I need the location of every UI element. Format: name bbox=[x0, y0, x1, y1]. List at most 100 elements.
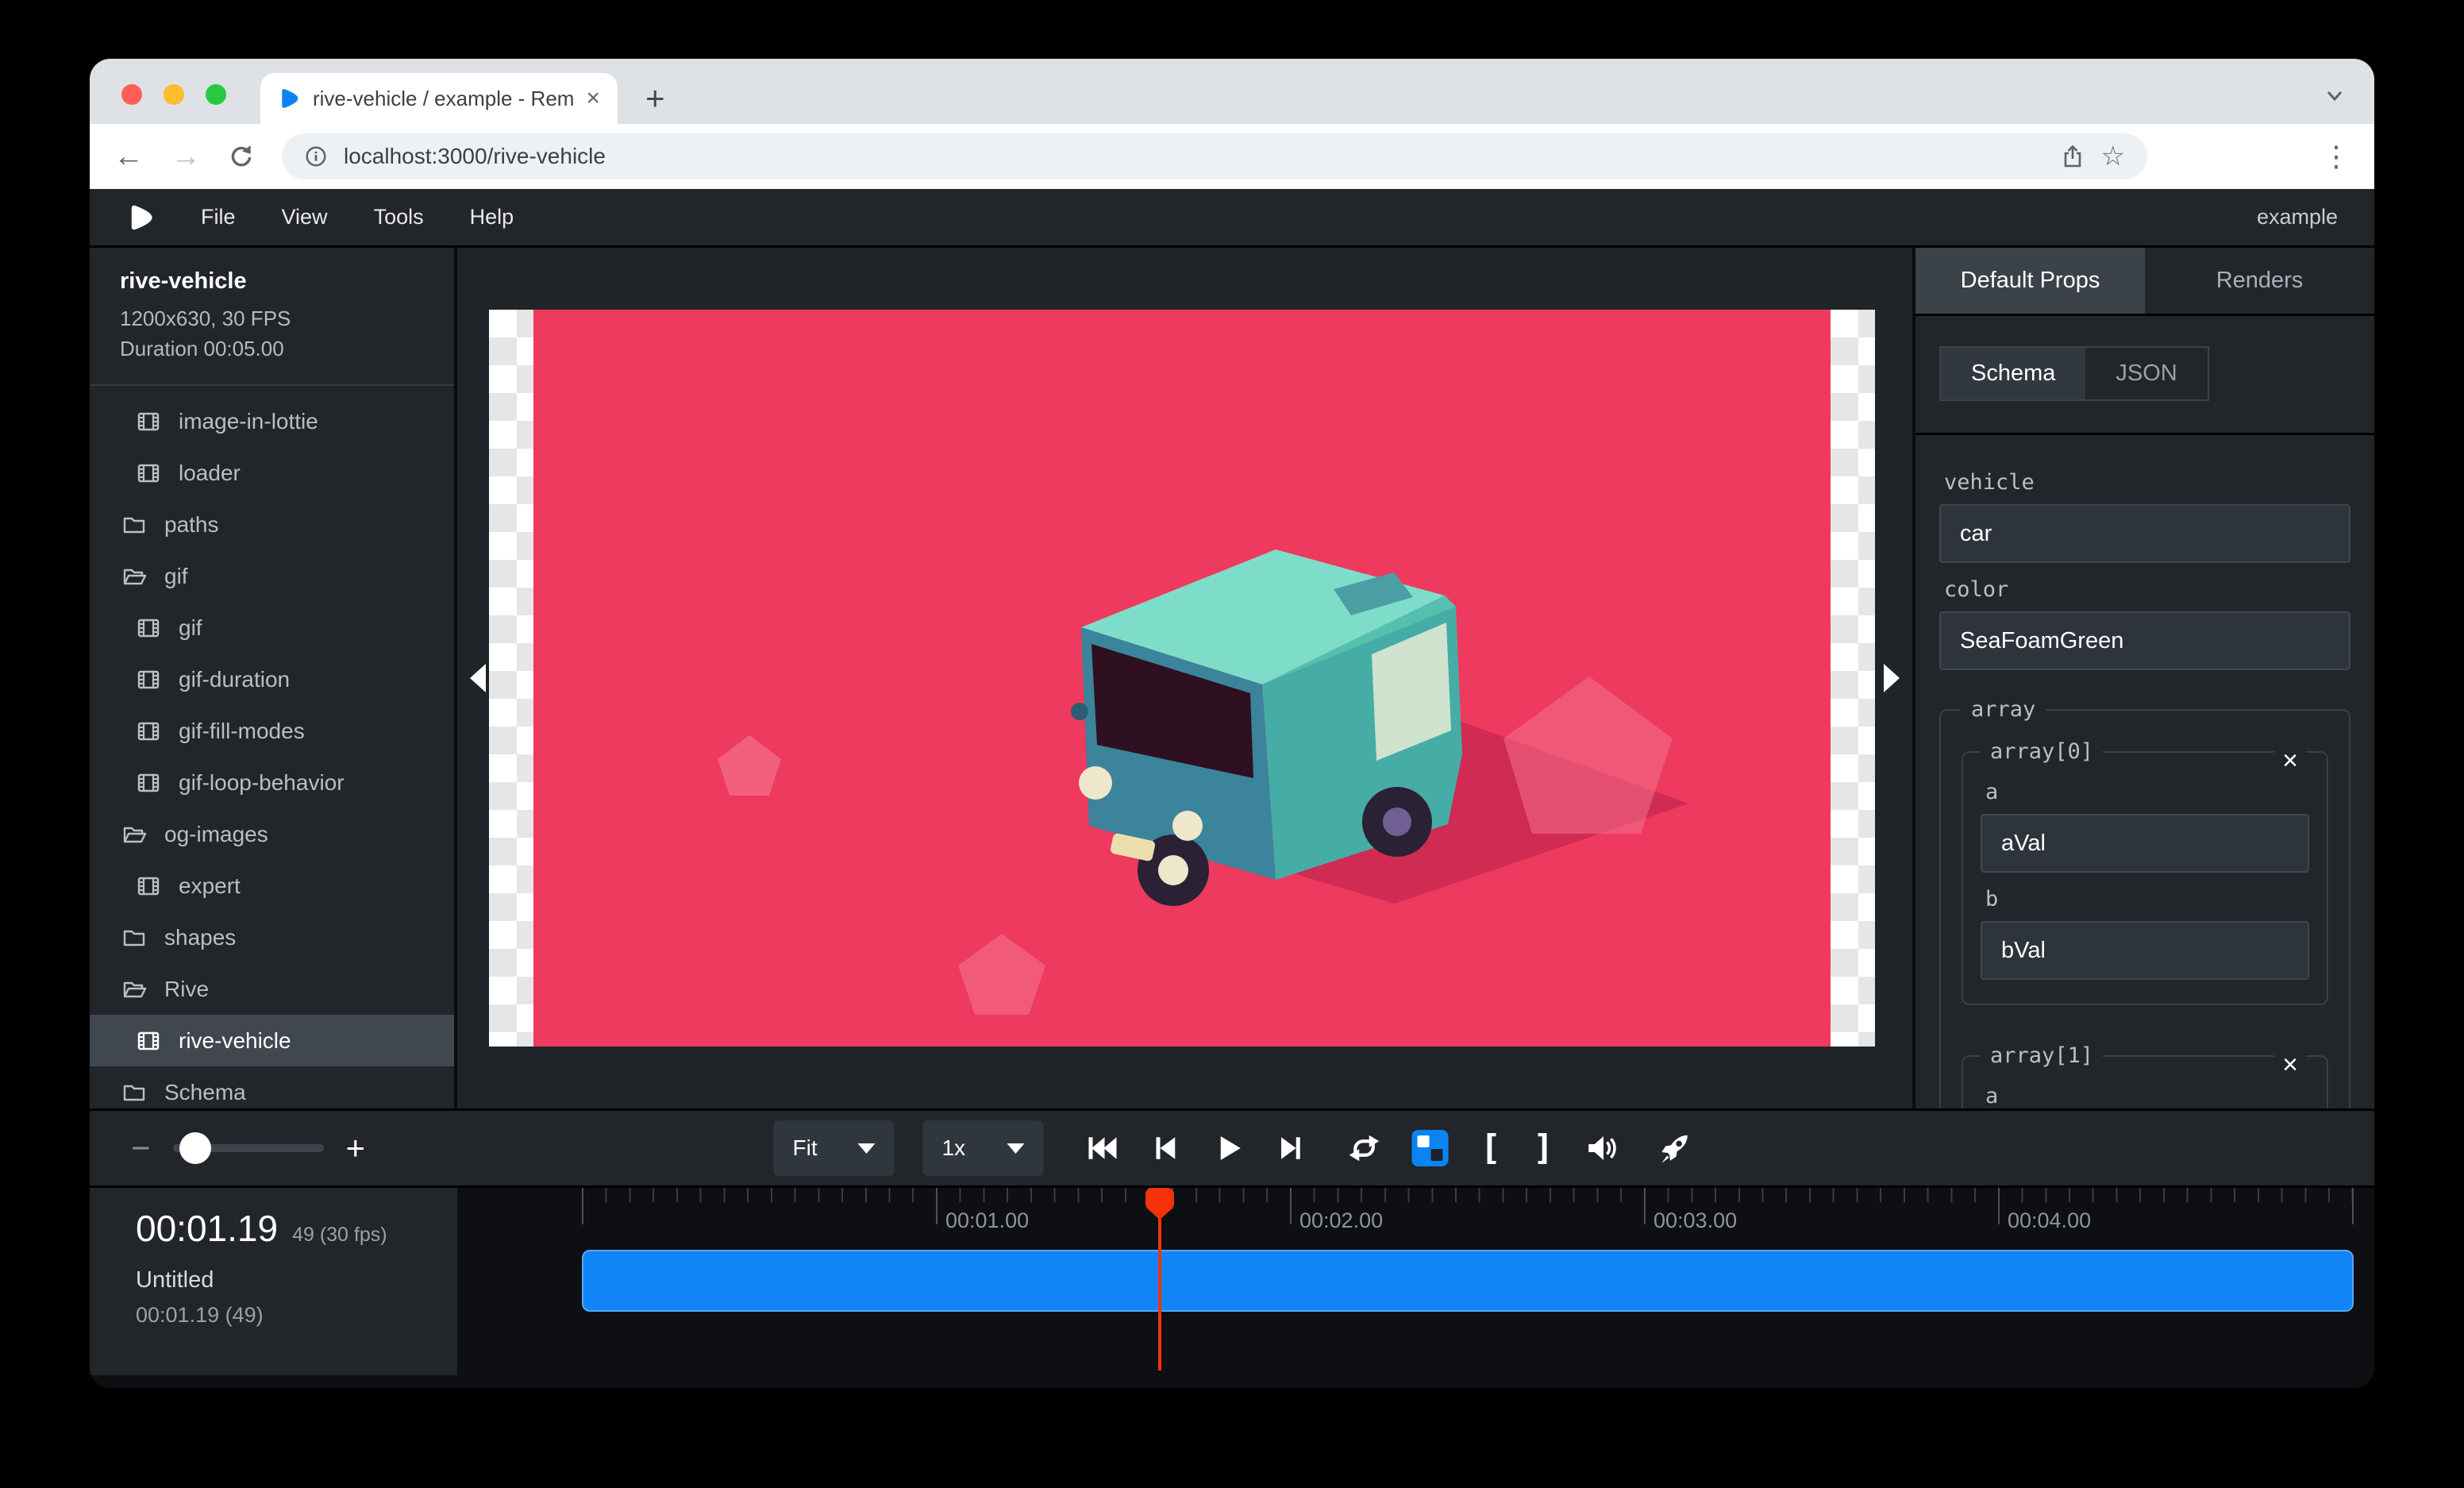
ruler-label: 00:04.00 bbox=[2008, 1209, 2091, 1233]
ruler-label: 00:03.00 bbox=[1654, 1209, 1737, 1233]
previous-frame-button[interactable] bbox=[1149, 1132, 1180, 1164]
folder-icon bbox=[121, 925, 147, 950]
fullscreen-window-button[interactable] bbox=[206, 84, 226, 105]
sidebar-folder-gif[interactable]: gif bbox=[90, 550, 454, 602]
preview-canvas bbox=[457, 248, 1912, 1108]
film-icon bbox=[136, 1028, 161, 1054]
tab-renders[interactable]: Renders bbox=[2145, 248, 2374, 314]
array-0-b-input[interactable] bbox=[1981, 921, 2309, 980]
sidebar-item-label: rive-vehicle bbox=[179, 1028, 291, 1054]
collapse-right-panel-icon[interactable] bbox=[1884, 664, 1900, 692]
toggle-schema[interactable]: Schema bbox=[1941, 348, 2085, 399]
zoom-in-button[interactable]: + bbox=[346, 1129, 366, 1167]
zoom-out-button[interactable]: − bbox=[131, 1129, 151, 1167]
new-tab-button[interactable]: + bbox=[645, 79, 665, 118]
props-form: vehicle color array array[0] × a b bbox=[1915, 435, 2374, 1108]
remove-array-item-0-icon[interactable]: × bbox=[2274, 745, 2306, 777]
volume-icon[interactable] bbox=[1586, 1132, 1618, 1164]
color-input[interactable] bbox=[1939, 611, 2350, 670]
window-controls[interactable] bbox=[121, 84, 226, 105]
skip-to-end-button[interactable] bbox=[1276, 1132, 1307, 1164]
sidebar-item-label: Rive bbox=[164, 977, 209, 1002]
field-label-a: a bbox=[1985, 1084, 2304, 1108]
timeline-track-bar[interactable] bbox=[582, 1250, 2354, 1312]
sidebar-item-rive-vehicle[interactable]: rive-vehicle bbox=[90, 1015, 454, 1066]
sidebar-item-gif-fill-modes[interactable]: gif-fill-modes bbox=[90, 705, 454, 757]
bookmark-star-icon[interactable]: ☆ bbox=[2101, 141, 2125, 172]
loop-toggle-icon[interactable] bbox=[1349, 1132, 1380, 1164]
film-icon bbox=[136, 615, 161, 641]
sidebar-item-label: expert bbox=[179, 873, 241, 899]
forward-button[interactable]: → bbox=[171, 140, 201, 174]
remove-array-item-1-icon[interactable]: × bbox=[2274, 1049, 2306, 1081]
vehicle-input[interactable] bbox=[1939, 504, 2350, 563]
sidebar-folder-paths[interactable]: paths bbox=[90, 499, 454, 550]
film-icon bbox=[136, 873, 161, 899]
playback-controls-bar: − + Fit 1x [ ] bbox=[90, 1108, 2374, 1188]
set-out-point-button[interactable]: ] bbox=[1533, 1131, 1554, 1166]
sidebar-item-label: Schema bbox=[164, 1080, 246, 1105]
menu-tools[interactable]: Tools bbox=[374, 205, 424, 229]
props-panel: Default Props Renders Schema JSON vehicl… bbox=[1912, 248, 2374, 1108]
sidebar-item-gif-loop-behavior[interactable]: gif-loop-behavior bbox=[90, 757, 454, 808]
sidebar-folder-schema[interactable]: Schema bbox=[90, 1066, 454, 1108]
close-window-button[interactable] bbox=[121, 84, 142, 105]
timeline-ruler[interactable]: 00:01.00 00:02.00 00:03.00 00:04.00 bbox=[457, 1188, 2374, 1239]
film-icon bbox=[136, 770, 161, 796]
timeline: 00:01.19 49 (30 fps) Untitled 00:01.19 (… bbox=[90, 1188, 2374, 1388]
sidebar-folder-rive[interactable]: Rive bbox=[90, 963, 454, 1015]
playback-speed-dropdown[interactable]: 1x bbox=[923, 1120, 1044, 1176]
playhead-handle[interactable] bbox=[1145, 1188, 1174, 1207]
close-tab-icon[interactable]: × bbox=[586, 87, 600, 110]
menu-help[interactable]: Help bbox=[470, 205, 514, 229]
field-label-b: b bbox=[1985, 887, 2304, 912]
speed-dropdown-value: 1x bbox=[942, 1135, 966, 1161]
sidebar-item-gif[interactable]: gif bbox=[90, 602, 454, 653]
collapse-left-panel-icon[interactable] bbox=[470, 664, 486, 692]
url-text[interactable]: localhost:3000/rive-vehicle bbox=[344, 144, 2044, 169]
timeline-tracks-area[interactable]: 00:01.00 00:02.00 00:03.00 00:04.00 bbox=[457, 1188, 2374, 1388]
sidebar-folder-og-images[interactable]: og-images bbox=[90, 808, 454, 860]
toggle-json[interactable]: JSON bbox=[2085, 348, 2207, 399]
reload-button[interactable] bbox=[228, 143, 255, 170]
field-label-a: a bbox=[1985, 780, 2304, 804]
transparency-checkerboard-left bbox=[489, 310, 533, 1047]
array-0-a-input[interactable] bbox=[1981, 814, 2309, 873]
sidebar-item-expert[interactable]: expert bbox=[90, 860, 454, 912]
play-button[interactable] bbox=[1212, 1132, 1244, 1164]
transparency-toggle-active[interactable] bbox=[1412, 1130, 1449, 1166]
composition-frame bbox=[489, 310, 1875, 1047]
sidebar-item-loader[interactable]: loader bbox=[90, 447, 454, 499]
menu-file[interactable]: File bbox=[201, 205, 236, 229]
composition-list: image-in-lottie loader paths gif gif gif… bbox=[90, 386, 454, 1108]
address-bar[interactable]: localhost:3000/rive-vehicle ☆ bbox=[282, 133, 2147, 179]
tab-search-chevron-icon[interactable] bbox=[2322, 83, 2347, 108]
sidebar-item-label: shapes bbox=[164, 925, 236, 950]
playhead-line bbox=[1158, 1218, 1161, 1370]
zoom-slider[interactable] bbox=[173, 1144, 324, 1152]
render-rocket-icon[interactable] bbox=[1659, 1132, 1691, 1164]
sidebar-item-image-in-lottie[interactable]: image-in-lottie bbox=[90, 395, 454, 447]
site-info-icon[interactable] bbox=[304, 145, 328, 168]
film-icon bbox=[136, 461, 161, 486]
zoom-slider-thumb[interactable] bbox=[179, 1132, 211, 1164]
sidebar-item-gif-duration[interactable]: gif-duration bbox=[90, 653, 454, 705]
remotion-logo-icon[interactable] bbox=[126, 203, 155, 232]
fit-dropdown[interactable]: Fit bbox=[774, 1120, 895, 1176]
compositions-sidebar: rive-vehicle 1200x630, 30 FPS Duration 0… bbox=[90, 248, 457, 1108]
tab-default-props[interactable]: Default Props bbox=[1915, 248, 2145, 314]
sidebar-folder-shapes[interactable]: shapes bbox=[90, 912, 454, 963]
minimize-window-button[interactable] bbox=[164, 84, 184, 105]
browser-menu-icon[interactable]: ⋮ bbox=[2322, 140, 2350, 173]
share-icon[interactable] bbox=[2060, 144, 2085, 169]
set-in-point-button[interactable]: [ bbox=[1480, 1131, 1502, 1166]
browser-tab[interactable]: rive-vehicle / example - Remoti × bbox=[260, 73, 618, 124]
sidebar-item-label: gif bbox=[164, 564, 188, 589]
schema-json-toggle: Schema JSON bbox=[1939, 346, 2209, 401]
menu-view[interactable]: View bbox=[282, 205, 328, 229]
skip-to-start-button[interactable] bbox=[1085, 1132, 1117, 1164]
animation-stage bbox=[533, 310, 1831, 1047]
browser-tab-strip: rive-vehicle / example - Remoti × + bbox=[90, 59, 2374, 124]
track-name[interactable]: Untitled bbox=[136, 1267, 457, 1293]
back-button[interactable]: ← bbox=[114, 140, 144, 174]
